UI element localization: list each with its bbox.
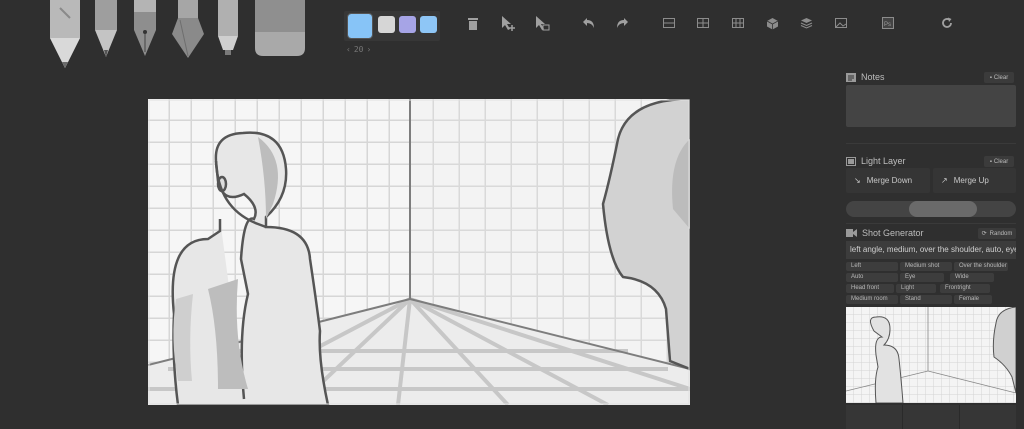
clear-icon: ▪ bbox=[989, 74, 992, 81]
tag-camera-height[interactable]: Eye bbox=[900, 273, 944, 282]
notes-title: Notes bbox=[861, 72, 885, 82]
tag-head-direction[interactable]: Head front bbox=[846, 284, 894, 293]
frame-divider bbox=[959, 405, 960, 429]
svg-text:Ps: Ps bbox=[884, 22, 891, 28]
shuffle-icon: ⟳ bbox=[981, 231, 987, 237]
layers-icon[interactable] bbox=[795, 12, 817, 34]
refresh-icon[interactable] bbox=[936, 12, 958, 34]
pen-tool[interactable] bbox=[92, 0, 120, 60]
tag-lens[interactable]: Wide bbox=[950, 273, 994, 282]
slider-thumb[interactable] bbox=[909, 201, 977, 217]
tag-facing[interactable]: Frontright bbox=[940, 284, 990, 293]
shot-generator-header: Shot Generator bbox=[846, 226, 924, 240]
layer-opacity-slider[interactable] bbox=[846, 201, 1016, 217]
tag-angle[interactable]: Left bbox=[846, 262, 898, 271]
merge-up-button[interactable]: ↗ Merge Up bbox=[933, 168, 1016, 193]
divider bbox=[846, 223, 1016, 224]
merge-down-button[interactable]: ↘ Merge Down bbox=[846, 168, 930, 193]
cube-icon[interactable] bbox=[761, 12, 783, 34]
divider bbox=[846, 143, 1016, 144]
light-layer-clear-button[interactable]: ▪ Clear bbox=[984, 156, 1014, 167]
shot-description[interactable]: left angle, medium, over the shoulder, a… bbox=[846, 241, 1016, 259]
select-pointer-icon[interactable] bbox=[531, 12, 553, 34]
color-swatch-blue[interactable] bbox=[420, 16, 437, 33]
notes-icon bbox=[846, 72, 856, 82]
light-layer-header: Light Layer bbox=[846, 154, 906, 168]
brush-tool[interactable] bbox=[170, 0, 206, 60]
merge-down-label: Merge Down bbox=[866, 176, 913, 185]
preview-frame-strip bbox=[846, 405, 1016, 429]
tag-lighting[interactable]: Light bbox=[896, 284, 936, 293]
merge-up-label: Merge Up bbox=[953, 176, 989, 185]
drawing-canvas[interactable] bbox=[148, 99, 690, 405]
increase-size-icon[interactable]: › bbox=[366, 45, 371, 54]
notes-textarea[interactable] bbox=[846, 85, 1016, 127]
notes-header: Notes bbox=[846, 70, 885, 84]
add-pointer-icon[interactable] bbox=[497, 12, 519, 34]
trash-icon[interactable] bbox=[462, 12, 484, 34]
tag-shot-size[interactable]: Medium shot bbox=[900, 262, 952, 271]
brush-size-control[interactable]: ‹ 20 › bbox=[346, 43, 380, 55]
tag-gender[interactable]: Female bbox=[954, 295, 992, 304]
shot-preview-thumbnail[interactable] bbox=[846, 307, 1016, 403]
grid-2-icon[interactable] bbox=[658, 12, 680, 34]
notes-clear-button[interactable]: ▪ Clear bbox=[984, 72, 1014, 83]
pencil-tool[interactable] bbox=[46, 0, 84, 70]
photoshop-icon[interactable]: Ps bbox=[877, 12, 899, 34]
color-swatch-lavender[interactable] bbox=[399, 16, 416, 33]
undo-icon[interactable] bbox=[578, 12, 600, 34]
camera-icon bbox=[846, 229, 857, 237]
brush-size-value: 20 bbox=[353, 44, 364, 54]
grid-3-icon[interactable] bbox=[692, 12, 714, 34]
shot-generator-title: Shot Generator bbox=[862, 228, 924, 238]
image-icon[interactable] bbox=[830, 12, 852, 34]
clear-icon: ▪ bbox=[989, 158, 992, 165]
fountain-pen-tool[interactable] bbox=[132, 0, 158, 60]
light-layer-title: Light Layer bbox=[861, 156, 906, 166]
grid-4-icon[interactable] bbox=[727, 12, 749, 34]
eraser-tool[interactable] bbox=[253, 0, 307, 58]
marker-tool[interactable] bbox=[215, 0, 241, 58]
merge-up-icon: ↗ bbox=[941, 176, 948, 185]
tag-location[interactable]: Medium room bbox=[846, 295, 898, 304]
decrease-size-icon[interactable]: ‹ bbox=[346, 45, 351, 54]
tag-shot-type[interactable]: Over the shoulder bbox=[954, 262, 1008, 271]
layer-icon bbox=[846, 156, 856, 166]
tag-composition[interactable]: Auto bbox=[846, 273, 898, 282]
merge-down-icon: ↘ bbox=[854, 176, 861, 185]
tag-pose[interactable]: Stand bbox=[900, 295, 952, 304]
active-color-swatch[interactable] bbox=[347, 13, 373, 39]
redo-icon[interactable] bbox=[611, 12, 633, 34]
random-button[interactable]: ⟳ Random bbox=[978, 228, 1016, 239]
color-swatch-gray[interactable] bbox=[378, 16, 395, 33]
frame-divider bbox=[902, 405, 903, 429]
